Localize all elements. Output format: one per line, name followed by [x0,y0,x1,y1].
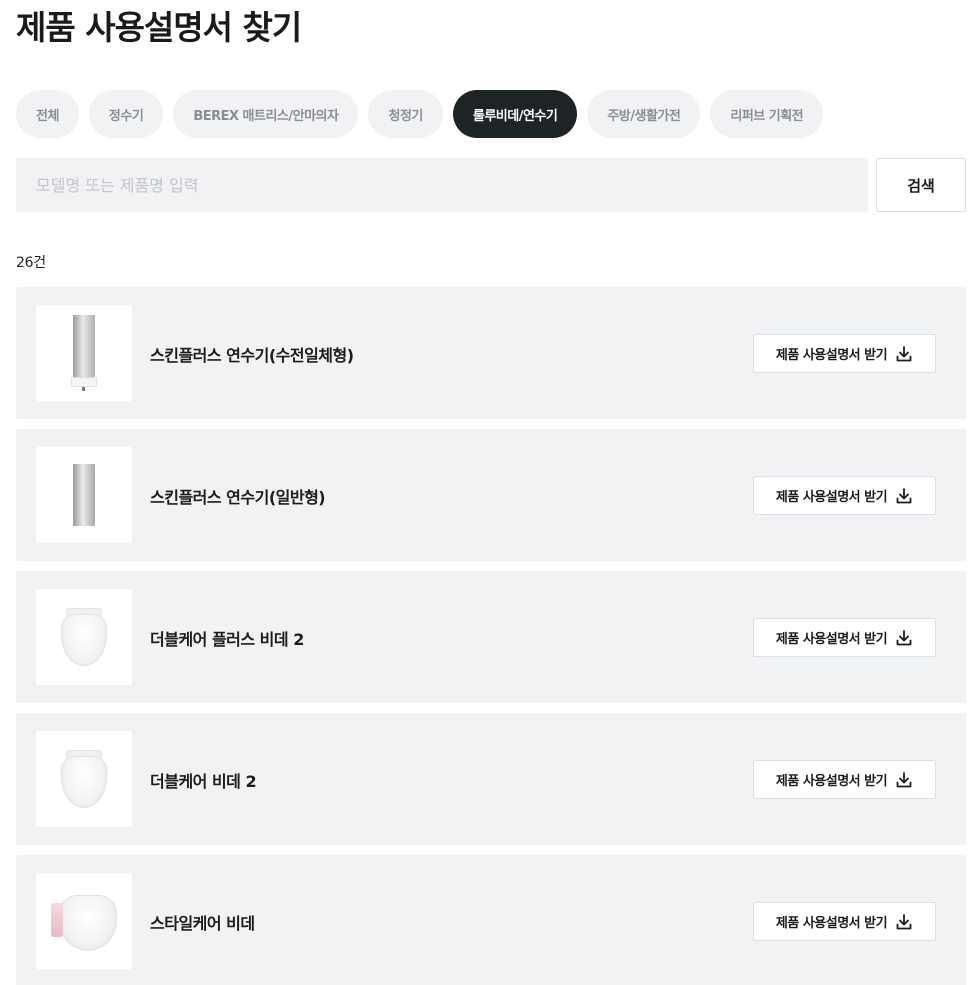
download-label: 제품 사용설명서 받기 [775,490,888,505]
product-image [36,305,132,401]
manual-list: 스킨플러스 연수기(수전일체형) 제품 사용설명서 받기 스킨플러스 연수기(일… [16,287,966,985]
tab-kitchen-appliances[interactable]: 주방/생활가전 [587,90,701,138]
download-label: 제품 사용설명서 받기 [775,632,888,647]
tab-bidet-softener[interactable]: 룰루비데/연수기 [452,90,578,138]
download-label: 제품 사용설명서 받기 [775,774,888,789]
download-icon [896,629,912,645]
product-image [36,447,132,543]
product-name: 스킨플러스 연수기(수전일체형) [150,346,354,365]
search-input[interactable] [16,158,868,212]
download-manual-button[interactable]: 제품 사용설명서 받기 [753,476,936,515]
result-count: 26건 [16,255,46,271]
search-button[interactable]: 검색 [876,158,966,212]
list-item: 더블케어 비데 2 제품 사용설명서 받기 [16,713,966,845]
page-title: 제품 사용설명서 찾기 [16,8,302,47]
product-image [36,873,132,969]
product-image [36,589,132,685]
softener-standard-image [73,464,95,526]
list-item: 더블케어 플러스 비데 2 제품 사용설명서 받기 [16,571,966,703]
product-name: 스타일케어 비데 [150,914,255,933]
tab-air-purifier[interactable]: 청정기 [368,90,443,138]
bidet-side-panel-image [51,891,117,951]
download-label: 제품 사용설명서 받기 [775,348,888,363]
download-manual-button[interactable]: 제품 사용설명서 받기 [753,334,936,373]
download-manual-button[interactable]: 제품 사용설명서 받기 [753,618,936,657]
bidet-image [61,608,107,666]
tab-berex-mattress[interactable]: BEREX 매트리스/안마의자 [173,90,359,138]
category-tabs: 전체 정수기 BEREX 매트리스/안마의자 청정기 룰루비데/연수기 주방/생… [16,90,824,138]
tab-refurb[interactable]: 리퍼브 기획전 [710,90,824,138]
product-name: 더블케어 비데 2 [150,772,257,791]
tab-all[interactable]: 전체 [16,90,79,138]
download-label: 제품 사용설명서 받기 [775,916,888,931]
download-icon [896,771,912,787]
product-image [36,731,132,827]
download-icon [896,487,912,503]
list-item: 스킨플러스 연수기(수전일체형) 제품 사용설명서 받기 [16,287,966,419]
download-icon [896,913,912,929]
list-item: 스킨플러스 연수기(일반형) 제품 사용설명서 받기 [16,429,966,561]
product-name: 스킨플러스 연수기(일반형) [150,488,326,507]
download-manual-button[interactable]: 제품 사용설명서 받기 [753,760,936,799]
download-manual-button[interactable]: 제품 사용설명서 받기 [753,902,936,941]
list-item: 스타일케어 비데 제품 사용설명서 받기 [16,855,966,985]
softener-integrated-image [71,315,97,391]
tab-water-purifier[interactable]: 정수기 [88,90,164,138]
product-name: 더블케어 플러스 비데 2 [150,630,304,649]
bidet-image [61,750,107,808]
download-icon [896,345,912,361]
